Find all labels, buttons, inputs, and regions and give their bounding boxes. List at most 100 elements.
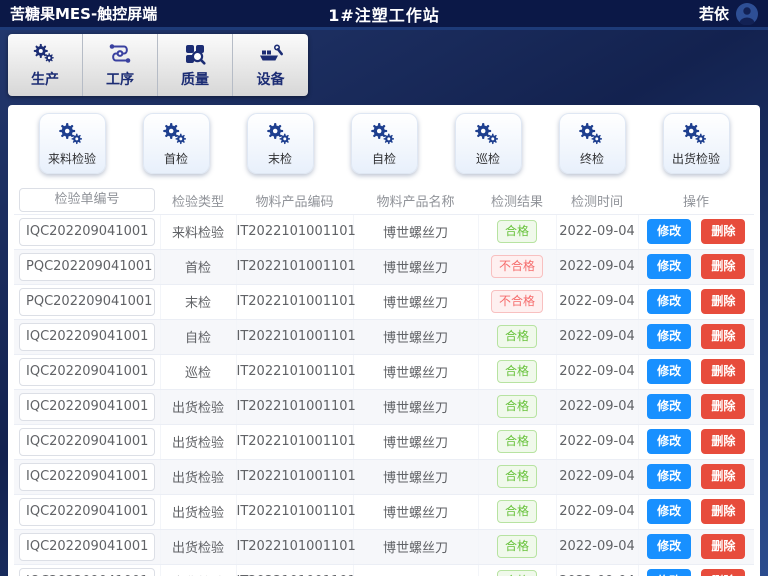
tab-label: 出货检验	[672, 150, 720, 167]
date-cell: 2022-09-04	[556, 424, 638, 459]
material-code-cell: IT2022101001101	[236, 494, 353, 529]
inspection-tab[interactable]: 终检	[559, 113, 626, 174]
material-name-cell: 博世螺丝刀	[353, 284, 478, 319]
edit-button[interactable]: 修改	[647, 464, 691, 488]
edit-button[interactable]: 修改	[647, 534, 691, 558]
inspection-type-cell: 末检	[160, 284, 236, 319]
table-header-row: 检验单编号 检验类型 物料产品编码 物料产品名称 检测结果 检测时间 操作	[14, 187, 754, 214]
result-badge: 合格	[497, 500, 537, 523]
inspection-no-cell: PQC202209041001	[19, 253, 155, 281]
table-row: PQC202209041001 末检 IT2022101001101 博世螺丝刀…	[14, 284, 754, 319]
inspection-tabs: 来料检验 首检 末检 自检 巡检 终检 出货检验	[8, 105, 760, 174]
result-badge: 合格	[497, 360, 537, 383]
double-gear-icon	[577, 121, 607, 148]
date-cell: 2022-09-04	[556, 564, 638, 576]
username: 若依	[699, 3, 729, 24]
edit-button[interactable]: 修改	[647, 569, 691, 576]
material-name-cell: 博世螺丝刀	[353, 354, 478, 389]
double-gear-icon	[57, 121, 87, 148]
inspection-type-cell: 出货检验	[160, 564, 236, 576]
equipment-wrench-icon	[258, 42, 284, 66]
user-avatar-icon[interactable]	[736, 3, 758, 25]
inspection-no-cell: PQC202209041001	[19, 288, 155, 316]
result-badge: 合格	[497, 395, 537, 418]
material-code-cell: IT2022101001101	[236, 459, 353, 494]
edit-button[interactable]: 修改	[647, 394, 691, 418]
header-material-code: 物料产品编码	[236, 187, 353, 214]
date-cell: 2022-09-04	[556, 494, 638, 529]
table-row: IQC202209041001 自检 IT2022101001101 博世螺丝刀…	[14, 319, 754, 354]
nav-label: 生产	[31, 69, 59, 89]
delete-button[interactable]: 删除	[701, 254, 745, 278]
table-row: IQC202209041001 出货检验 IT2022101001101 博世螺…	[14, 564, 754, 576]
material-code-cell: IT2022101001101	[236, 564, 353, 576]
material-name-cell: 博世螺丝刀	[353, 319, 478, 354]
material-code-cell: IT2022101001101	[236, 214, 353, 249]
delete-button[interactable]: 删除	[701, 394, 745, 418]
double-gear-icon	[161, 121, 191, 148]
inspection-type-cell: 自检	[160, 319, 236, 354]
nav-process-button[interactable]: 工序	[83, 34, 158, 96]
date-cell: 2022-09-04	[556, 284, 638, 319]
edit-button[interactable]: 修改	[647, 254, 691, 278]
nav-equipment-button[interactable]: 设备	[233, 34, 308, 96]
inspection-type-cell: 出货检验	[160, 529, 236, 564]
edit-button[interactable]: 修改	[647, 324, 691, 348]
nav-label: 工序	[106, 69, 134, 89]
double-gear-icon	[473, 121, 503, 148]
inspection-tab[interactable]: 末检	[247, 113, 314, 174]
table-row: IQC202209041001 出货检验 IT2022101001101 博世螺…	[14, 389, 754, 424]
delete-button[interactable]: 删除	[701, 289, 745, 313]
delete-button[interactable]: 删除	[701, 534, 745, 558]
edit-button[interactable]: 修改	[647, 359, 691, 383]
delete-button[interactable]: 删除	[701, 429, 745, 453]
nav-quality-button[interactable]: 质量	[158, 34, 233, 96]
material-code-cell: IT2022101001101	[236, 284, 353, 319]
date-cell: 2022-09-04	[556, 389, 638, 424]
delete-button[interactable]: 删除	[701, 359, 745, 383]
inspection-tab[interactable]: 自检	[351, 113, 418, 174]
edit-button[interactable]: 修改	[647, 289, 691, 313]
delete-button[interactable]: 删除	[701, 569, 745, 576]
tab-label: 自检	[372, 150, 396, 167]
inspection-table: 检验单编号 检验类型 物料产品编码 物料产品名称 检测结果 检测时间 操作 IQ…	[14, 187, 754, 576]
double-gear-icon	[369, 121, 399, 148]
delete-button[interactable]: 删除	[701, 219, 745, 243]
delete-button[interactable]: 删除	[701, 324, 745, 348]
material-name-cell: 博世螺丝刀	[353, 214, 478, 249]
result-badge: 合格	[497, 570, 537, 576]
inspection-type-cell: 巡检	[160, 354, 236, 389]
inspection-no-cell: IQC202209041001	[19, 568, 155, 576]
delete-button[interactable]: 删除	[701, 499, 745, 523]
material-name-cell: 博世螺丝刀	[353, 459, 478, 494]
header-inspection-no: 检验单编号	[14, 187, 160, 214]
edit-button[interactable]: 修改	[647, 219, 691, 243]
material-code-cell: IT2022101001101	[236, 249, 353, 284]
table-row: PQC202209041001 首检 IT2022101001101 博世螺丝刀…	[14, 249, 754, 284]
nav-production-button[interactable]: 生产	[8, 34, 83, 96]
delete-button[interactable]: 删除	[701, 464, 745, 488]
inspection-no-cell: IQC202209041001	[19, 393, 155, 421]
user-menu[interactable]: 若依	[699, 3, 758, 25]
edit-button[interactable]: 修改	[647, 499, 691, 523]
header-inspection-type: 检验类型	[160, 187, 236, 214]
material-code-cell: IT2022101001101	[236, 354, 353, 389]
inspection-tab[interactable]: 首检	[143, 113, 210, 174]
inspection-type-cell: 出货检验	[160, 494, 236, 529]
double-gear-icon	[681, 121, 711, 148]
inspection-type-cell: 来料检验	[160, 214, 236, 249]
double-gear-icon	[265, 121, 295, 148]
inspection-tab[interactable]: 巡检	[455, 113, 522, 174]
edit-button[interactable]: 修改	[647, 429, 691, 453]
result-badge: 合格	[497, 465, 537, 488]
result-badge: 不合格	[491, 290, 543, 313]
table-row: IQC202209041001 来料检验 IT2022101001101 博世螺…	[14, 214, 754, 249]
material-name-cell: 博世螺丝刀	[353, 564, 478, 576]
result-badge: 合格	[497, 325, 537, 348]
material-code-cell: IT2022101001101	[236, 529, 353, 564]
inspection-tab[interactable]: 出货检验	[663, 113, 730, 174]
date-cell: 2022-09-04	[556, 354, 638, 389]
date-cell: 2022-09-04	[556, 529, 638, 564]
inspection-tab[interactable]: 来料检验	[39, 113, 106, 174]
inspection-no-cell: IQC202209041001	[19, 428, 155, 456]
